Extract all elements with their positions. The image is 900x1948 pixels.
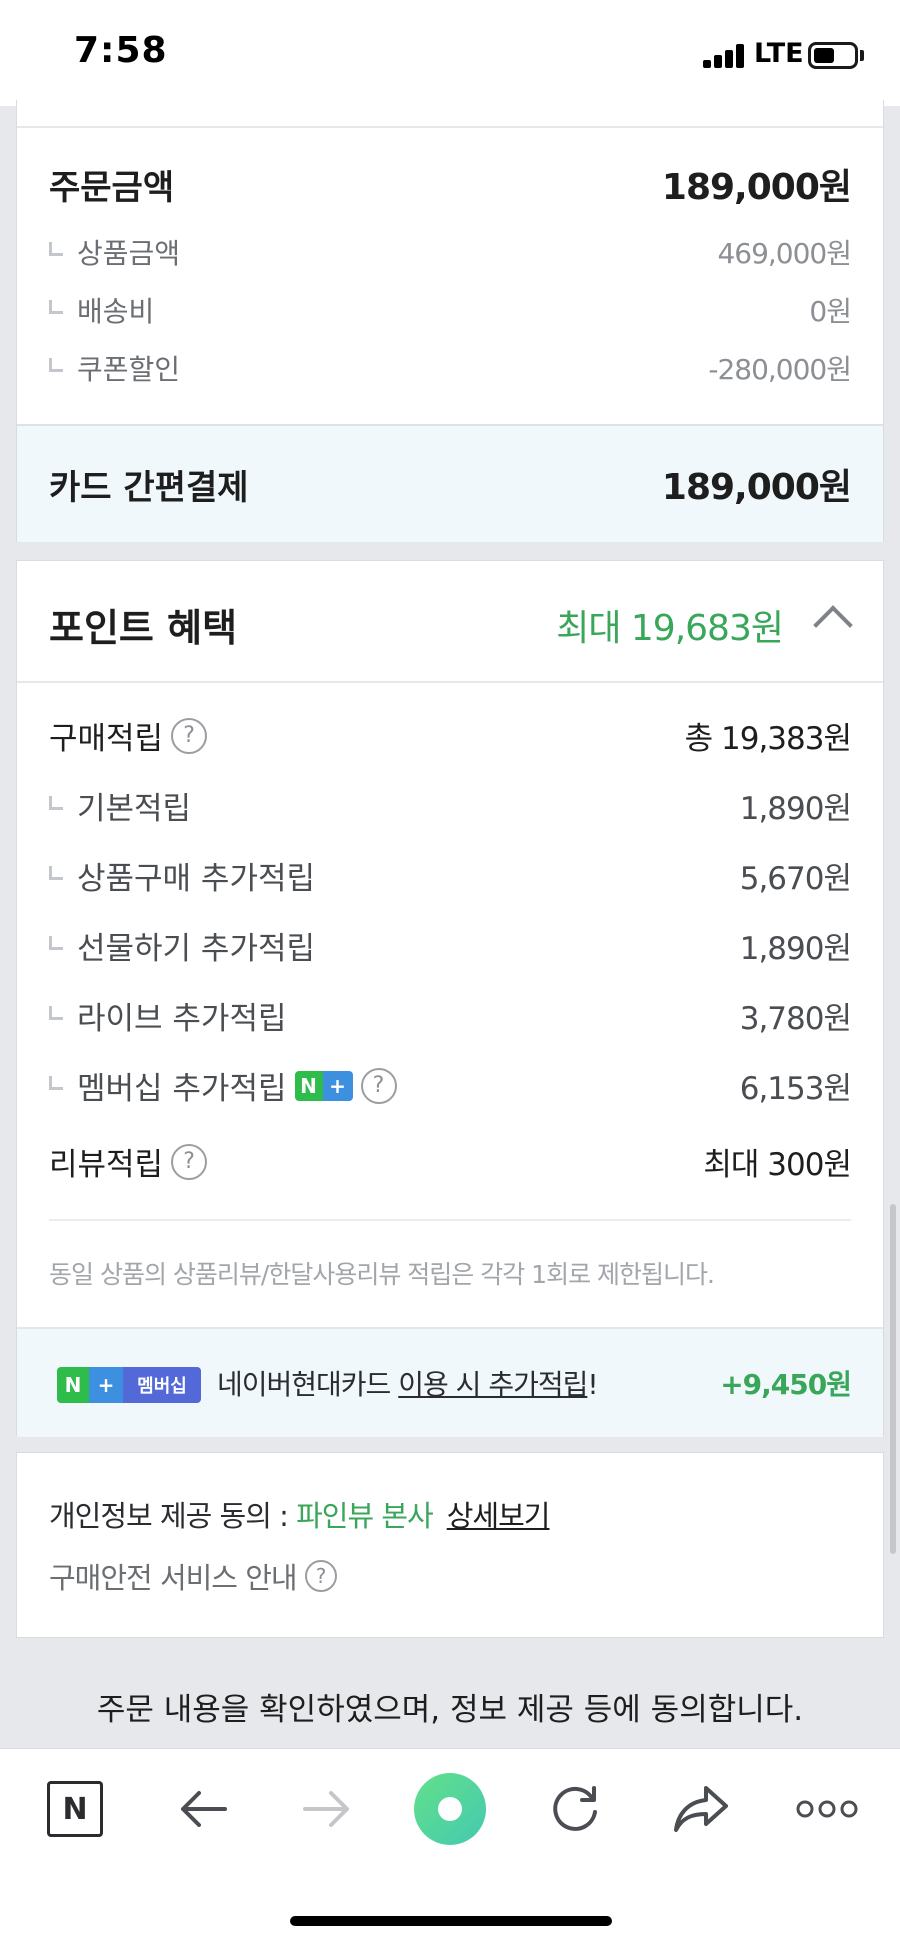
forward-arrow-icon bbox=[303, 1791, 349, 1827]
order-item-amount: -280,000원 bbox=[708, 353, 852, 386]
order-item-row: 상품금액 469,000원 bbox=[49, 232, 852, 272]
back-button[interactable] bbox=[168, 1749, 238, 1869]
green-dot-icon bbox=[414, 1773, 486, 1845]
point-sub-row: 상품구매 추가적립 5,670원 bbox=[49, 853, 852, 898]
purchase-points-total: 총 19,383원 bbox=[684, 721, 852, 757]
order-total-amount: 189,000원 bbox=[661, 167, 852, 208]
indent-icon bbox=[49, 935, 63, 950]
order-item-row: 배송비 0원 bbox=[49, 290, 852, 330]
divider bbox=[17, 126, 883, 128]
promo-link[interactable]: 이용 시 추가적립 bbox=[398, 1368, 588, 1401]
agreement-text: 주문 내용을 확인하였으며, 정보 제공 등에 동의합니다. bbox=[96, 1692, 804, 1728]
point-sub-row: 기본적립 1,890원 bbox=[49, 783, 852, 828]
order-item-label: 배송비 bbox=[77, 295, 155, 328]
order-item-label: 쿠폰할인 bbox=[77, 353, 181, 386]
indent-icon bbox=[49, 1005, 63, 1020]
point-sub-row: 선물하기 추가적립 1,890원 bbox=[49, 923, 852, 968]
promo-amount: +9,450원 bbox=[720, 1368, 852, 1401]
privacy-consent-text: 개인정보 제공 동의 : 파인뷰 본사 상세보기 bbox=[49, 1499, 551, 1533]
order-summary-card: 주문금액 189,000원 상품금액 469,000원 배송비 0원 쿠폰할인 … bbox=[16, 100, 884, 542]
review-points-amount: 최대 300원 bbox=[703, 1147, 852, 1183]
refresh-button[interactable] bbox=[540, 1749, 610, 1869]
help-icon[interactable]: ? bbox=[171, 717, 208, 754]
point-sub-label: 상품구매 추가적립 bbox=[77, 861, 316, 897]
order-item-row: 쿠폰할인 -280,000원 bbox=[49, 348, 852, 388]
refresh-icon bbox=[553, 1786, 597, 1831]
consent-company: 파인뷰 본사 bbox=[296, 1499, 434, 1533]
signal-icon bbox=[703, 44, 747, 68]
forward-button[interactable] bbox=[292, 1749, 362, 1869]
order-total-row: 주문금액 189,000원 bbox=[49, 158, 852, 210]
purchase-points-label: 구매적립 bbox=[49, 721, 164, 757]
payment-method-block: 카드 간편결제 189,000원 bbox=[17, 424, 883, 542]
share-button[interactable] bbox=[666, 1749, 736, 1869]
battery-icon bbox=[808, 42, 858, 69]
battery-tip bbox=[860, 50, 864, 61]
review-points-row: 리뷰적립? 최대 300원 bbox=[49, 1139, 852, 1184]
indent-icon bbox=[49, 300, 63, 314]
payment-row: 카드 간편결제 189,000원 bbox=[49, 458, 852, 510]
help-icon[interactable]: ? bbox=[171, 1143, 208, 1180]
share-icon bbox=[674, 1786, 728, 1832]
order-item-amount: 469,000원 bbox=[717, 237, 852, 270]
indent-icon bbox=[49, 242, 63, 256]
point-benefits-title: 포인트 혜택 bbox=[49, 606, 238, 650]
naver-plus-badge-icon: N + bbox=[294, 1070, 353, 1101]
help-icon[interactable]: ? bbox=[360, 1067, 397, 1104]
home-indicator[interactable] bbox=[290, 1916, 612, 1926]
point-sub-amount: 3,780원 bbox=[739, 1001, 852, 1037]
naver-n-icon: N bbox=[47, 1781, 103, 1837]
purchase-points-row: 구매적립? 총 19,383원 bbox=[49, 713, 852, 758]
naver-plus-membership-badge-icon: N + 멤버십 bbox=[57, 1367, 201, 1403]
status-time: 7:58 bbox=[74, 30, 168, 71]
status-bar: 7:58 LTE bbox=[0, 0, 900, 106]
point-sub-amount: 1,890원 bbox=[739, 791, 852, 827]
indent-icon bbox=[49, 795, 63, 810]
point-sub-label: 멤버십 추가적립 bbox=[77, 1071, 287, 1107]
point-benefits-header[interactable]: 포인트 혜택 최대 19,683원 bbox=[17, 561, 883, 683]
chevron-up-icon[interactable] bbox=[813, 605, 853, 645]
point-benefits-card: 포인트 혜택 최대 19,683원 구매적립? 총 19,383원 기본적립 1… bbox=[16, 560, 884, 1437]
review-points-label: 리뷰적립 bbox=[49, 1147, 164, 1183]
indent-icon bbox=[49, 1075, 63, 1090]
point-sub-amount: 5,670원 bbox=[739, 861, 852, 897]
view-details-link[interactable]: 상세보기 bbox=[447, 1499, 551, 1533]
indent-icon bbox=[49, 865, 63, 880]
consent-card: 개인정보 제공 동의 : 파인뷰 본사 상세보기 구매안전 서비스 안내? bbox=[16, 1452, 884, 1638]
more-dots-icon bbox=[796, 1800, 858, 1818]
point-sub-amount: 1,890원 bbox=[739, 931, 852, 967]
indent-icon bbox=[49, 358, 63, 372]
order-item-label: 상품금액 bbox=[77, 237, 181, 270]
back-arrow-icon bbox=[181, 1791, 227, 1827]
payment-amount: 189,000원 bbox=[661, 467, 852, 508]
order-total-label: 주문금액 bbox=[49, 167, 175, 208]
point-max-amount: 최대 19,683원 bbox=[556, 608, 784, 649]
naver-home-button[interactable]: N bbox=[44, 1749, 106, 1869]
point-sub-amount: 6,153원 bbox=[739, 1071, 852, 1107]
point-sub-label: 선물하기 추가적립 bbox=[77, 931, 316, 967]
order-item-amount: 0원 bbox=[809, 295, 852, 328]
point-sub-row: 멤버십 추가적립 N + ? 6,153원 bbox=[49, 1063, 852, 1108]
scrollbar[interactable] bbox=[890, 1204, 896, 1554]
point-sub-label: 라이브 추가적립 bbox=[77, 1001, 287, 1037]
payment-method-label: 카드 간편결제 bbox=[49, 467, 249, 508]
more-button[interactable] bbox=[792, 1749, 862, 1869]
help-icon[interactable]: ? bbox=[304, 1560, 337, 1592]
safe-service-info[interactable]: 구매안전 서비스 안내? bbox=[49, 1555, 337, 1597]
divider bbox=[49, 1219, 851, 1221]
point-sub-row: 라이브 추가적립 3,780원 bbox=[49, 993, 852, 1038]
green-dot-button[interactable] bbox=[412, 1749, 488, 1869]
point-sub-label: 기본적립 bbox=[77, 791, 192, 827]
review-limit-notice: 동일 상품의 상품리뷰/한달사용리뷰 적립은 각각 1회로 제한됩니다. bbox=[49, 1260, 715, 1289]
promo-text: 네이버현대카드 이용 시 추가적립! bbox=[217, 1368, 599, 1401]
membership-promo-banner[interactable]: N + 멤버십 네이버현대카드 이용 시 추가적립! +9,450원 bbox=[17, 1327, 883, 1437]
network-label: LTE bbox=[754, 38, 804, 69]
